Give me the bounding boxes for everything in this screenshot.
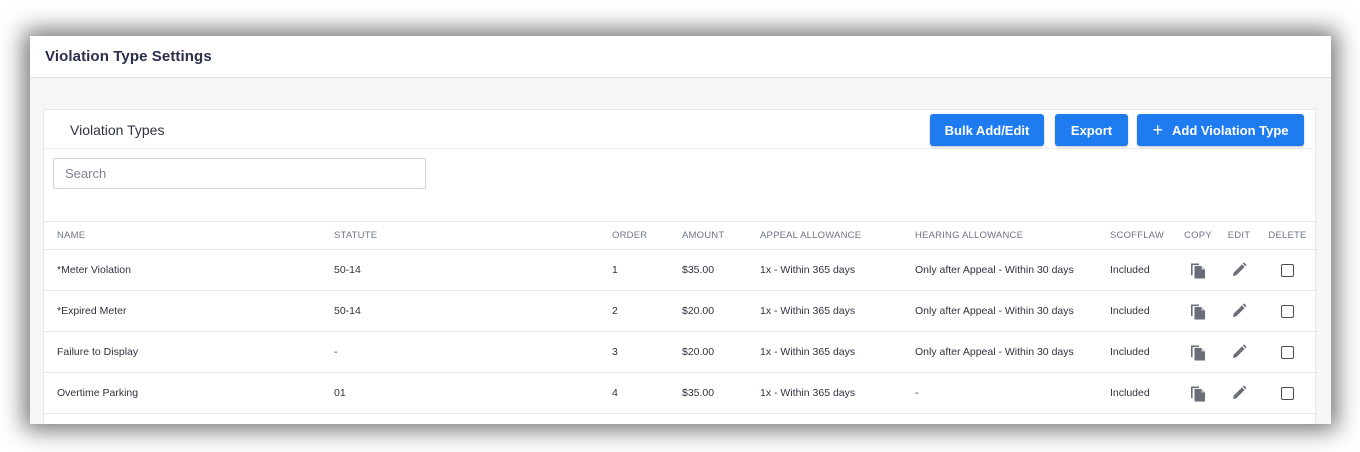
column-header-delete: DELETE: [1258, 221, 1317, 250]
export-button[interactable]: Export: [1055, 114, 1128, 146]
pencil-icon[interactable]: [1231, 262, 1247, 278]
cell-order: [599, 413, 669, 424]
app-window: Violation Type Settings Violation Types …: [30, 36, 1331, 424]
card-title: Violation Types: [70, 122, 165, 138]
column-header-statute[interactable]: STATUTE: [321, 221, 599, 250]
table-row[interactable]: [44, 413, 1317, 424]
column-header-copy: COPY: [1176, 221, 1220, 250]
cell-appeal-allowance: [747, 413, 902, 424]
pencil-icon[interactable]: [1231, 385, 1247, 401]
column-header-name[interactable]: NAME: [44, 221, 321, 250]
cell-hearing-allowance: Only after Appeal - Within 30 days: [902, 290, 1097, 332]
column-header-scofflaw[interactable]: SCOFFLAW: [1097, 221, 1176, 250]
plus-icon: +: [1152, 120, 1163, 140]
cell-scofflaw: Included: [1097, 249, 1176, 291]
cell-name: *Meter Violation: [44, 249, 321, 291]
cell-copy: [1176, 331, 1220, 373]
copy-icon[interactable]: [1190, 343, 1206, 361]
cell-order: 2: [599, 290, 669, 332]
cell-hearing-allowance: -: [902, 372, 1097, 414]
cell-copy: [1176, 413, 1220, 424]
violation-types-table: NAME STATUTE ORDER AMOUNT APPEAL ALLOWAN…: [44, 221, 1317, 424]
column-header-edit: EDIT: [1220, 221, 1258, 250]
column-header-amount[interactable]: AMOUNT: [669, 221, 747, 250]
cell-name: Failure to Display: [44, 331, 321, 373]
cell-amount: [669, 413, 747, 424]
page-header: Violation Type Settings: [30, 36, 1331, 78]
pencil-icon[interactable]: [1231, 303, 1247, 319]
cell-order: 1: [599, 249, 669, 291]
cell-edit: [1220, 331, 1258, 373]
cell-delete: [1258, 413, 1317, 424]
delete-checkbox[interactable]: [1281, 304, 1294, 318]
table-row[interactable]: Overtime Parking 01 4 $35.00 1x - Within…: [44, 372, 1317, 414]
cell-scofflaw: Included: [1097, 290, 1176, 332]
column-header-hearing-allowance[interactable]: HEARING ALLOWANCE: [902, 221, 1097, 250]
add-violation-type-label: Add Violation Type: [1171, 122, 1289, 138]
cell-statute: 01: [321, 372, 599, 414]
cell-copy: [1176, 249, 1220, 291]
search-input[interactable]: [53, 158, 426, 189]
table-row[interactable]: *Expired Meter 50-14 2 $20.00 1x - Withi…: [44, 290, 1317, 332]
page-title: Violation Type Settings: [45, 48, 212, 65]
cell-statute: 50-14: [321, 249, 599, 291]
cell-edit: [1220, 249, 1258, 291]
cell-appeal-allowance: 1x - Within 365 days: [747, 372, 902, 414]
cell-name: *Expired Meter: [44, 290, 321, 332]
cell-appeal-allowance: 1x - Within 365 days: [747, 249, 902, 291]
cell-statute: [321, 413, 599, 424]
cell-scofflaw: [1097, 413, 1176, 424]
cell-copy: [1176, 372, 1220, 414]
cell-delete: [1258, 331, 1317, 373]
cell-scofflaw: Included: [1097, 331, 1176, 373]
cell-order: 3: [599, 331, 669, 373]
cell-order: 4: [599, 372, 669, 414]
cell-delete: [1258, 372, 1317, 414]
cell-delete: [1258, 290, 1317, 332]
cell-delete: [1258, 249, 1317, 291]
cell-edit: [1220, 372, 1258, 414]
cell-name: [44, 413, 321, 424]
delete-checkbox[interactable]: [1281, 263, 1294, 277]
pencil-icon[interactable]: [1231, 344, 1247, 360]
cell-appeal-allowance: 1x - Within 365 days: [747, 290, 902, 332]
cell-hearing-allowance: Only after Appeal - Within 30 days: [902, 331, 1097, 373]
copy-icon[interactable]: [1190, 302, 1206, 320]
table-row[interactable]: Failure to Display - 3 $20.00 1x - Withi…: [44, 331, 1317, 373]
card-header: Violation Types Bulk Add/Edit Export + A…: [44, 110, 1315, 149]
cell-copy: [1176, 290, 1220, 332]
cell-statute: -: [321, 331, 599, 373]
delete-checkbox[interactable]: [1281, 386, 1294, 400]
cell-edit: [1220, 290, 1258, 332]
cell-name: Overtime Parking: [44, 372, 321, 414]
cell-amount: $20.00: [669, 331, 747, 373]
table-header-row: NAME STATUTE ORDER AMOUNT APPEAL ALLOWAN…: [44, 221, 1317, 250]
cell-scofflaw: Included: [1097, 372, 1176, 414]
column-header-order[interactable]: ORDER: [599, 221, 669, 250]
cell-statute: 50-14: [321, 290, 599, 332]
violation-types-card: Violation Types Bulk Add/Edit Export + A…: [43, 109, 1317, 424]
cell-hearing-allowance: Only after Appeal - Within 30 days: [902, 249, 1097, 291]
cell-amount: $35.00: [669, 249, 747, 291]
delete-checkbox[interactable]: [1281, 345, 1294, 359]
cell-amount: $20.00: [669, 290, 747, 332]
bulk-add-edit-button[interactable]: Bulk Add/Edit: [930, 114, 1044, 146]
cell-edit: [1220, 413, 1258, 424]
cell-hearing-allowance: [902, 413, 1097, 424]
cell-appeal-allowance: 1x - Within 365 days: [747, 331, 902, 373]
add-violation-type-button[interactable]: + Add Violation Type: [1137, 114, 1304, 146]
column-header-appeal-allowance[interactable]: APPEAL ALLOWANCE: [747, 221, 902, 250]
copy-icon[interactable]: [1190, 261, 1206, 279]
table-row[interactable]: *Meter Violation 50-14 1 $35.00 1x - Wit…: [44, 249, 1317, 291]
copy-icon[interactable]: [1190, 384, 1206, 402]
cell-amount: $35.00: [669, 372, 747, 414]
